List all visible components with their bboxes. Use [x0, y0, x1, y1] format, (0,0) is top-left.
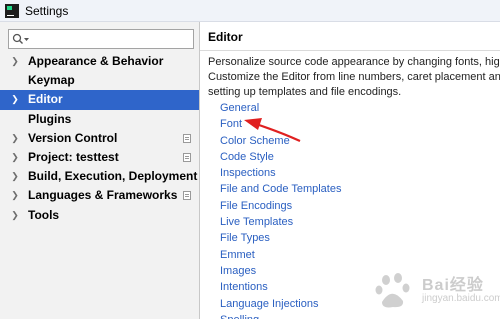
link-inspections[interactable]: Inspections — [220, 165, 341, 181]
baidu-watermark: Bai经验 jingyan.baidu.com — [372, 268, 500, 316]
link-emmet[interactable]: Emmet — [220, 247, 341, 263]
link-file-types[interactable]: File Types — [220, 230, 341, 246]
project-settings-icon — [183, 191, 191, 201]
search-input[interactable] — [31, 31, 191, 47]
tree-item-languages-frameworks[interactable]: ❯ Languages & Frameworks — [0, 186, 199, 205]
link-code-style[interactable]: Code Style — [220, 149, 341, 165]
tree-item-tools[interactable]: ❯ Tools — [0, 206, 199, 225]
link-language-injections[interactable]: Language Injections — [220, 296, 341, 312]
tree-item-label: Version Control — [28, 130, 118, 145]
link-general[interactable]: General — [220, 100, 341, 116]
tree-item-label: Editor — [28, 92, 63, 107]
chevron-right-icon[interactable]: ❯ — [10, 90, 20, 109]
tree-item-keymap[interactable]: Keymap — [0, 71, 199, 90]
watermark-sub: jingyan.baidu.com — [422, 293, 500, 304]
description-line: Customize the Editor from line numbers, … — [208, 71, 500, 83]
search-icon[interactable] — [12, 33, 30, 46]
tree-item-label: Plugins — [28, 111, 72, 126]
description-line: setting up templates and file encodings. — [208, 86, 402, 98]
chevron-right-icon[interactable]: ❯ — [10, 206, 20, 225]
link-color-scheme[interactable]: Color Scheme — [220, 133, 341, 149]
title-bar: Settings — [0, 0, 500, 22]
tree-item-label: Keymap — [28, 73, 75, 88]
tree-item-version-control[interactable]: ❯ Version Control — [0, 129, 199, 148]
description-line: Personalize source code appearance by ch… — [208, 56, 500, 68]
watermark-text: Bai经验 — [422, 277, 484, 294]
link-live-templates[interactable]: Live Templates — [220, 214, 341, 230]
link-font[interactable]: Font — [220, 116, 341, 132]
chevron-right-icon[interactable]: ❯ — [10, 148, 20, 167]
panel-description: Personalize source code appearance by ch… — [208, 55, 500, 100]
link-images[interactable]: Images — [220, 263, 341, 279]
paw-logo-icon — [375, 273, 410, 308]
settings-sidebar: ❯ Appearance & Behavior Keymap ❯ Editor Plugi… — [0, 22, 200, 319]
tree-item-editor[interactable]: ❯ Editor — [0, 90, 199, 110]
tree-item-label: Build, Execution, Deployment — [28, 169, 198, 184]
project-settings-icon — [183, 133, 191, 143]
window-title: Settings — [25, 4, 69, 18]
chevron-right-icon[interactable]: ❯ — [10, 129, 20, 148]
tree-item-appearance-behavior[interactable]: ❯ Appearance & Behavior — [0, 52, 199, 71]
editor-links: General Font Color Scheme Code Style Inspect… — [220, 100, 341, 319]
link-file-and-code-templates[interactable]: File and Code Templates — [220, 181, 341, 197]
link-intentions[interactable]: Intentions — [220, 279, 341, 295]
chevron-right-icon[interactable]: ❯ — [10, 186, 20, 205]
project-settings-icon — [183, 152, 191, 162]
pycharm-icon — [5, 4, 19, 18]
tree-item-label: Project: testtest — [28, 149, 119, 164]
tree-item-plugins[interactable]: Plugins — [0, 110, 199, 129]
tree-item-build-execution-deployment[interactable]: ❯ Build, Execution, Deployment — [0, 167, 199, 186]
link-file-encodings[interactable]: File Encodings — [220, 198, 341, 214]
link-spelling[interactable]: Spelling — [220, 312, 341, 319]
search-field[interactable] — [8, 29, 194, 49]
settings-tree: ❯ Appearance & Behavior Keymap ❯ Editor Plugi… — [0, 52, 199, 225]
panel-divider — [200, 50, 500, 51]
panel-heading: Editor — [208, 30, 243, 44]
tree-item-label: Appearance & Behavior — [28, 54, 164, 68]
tree-item-label: Tools — [28, 207, 60, 222]
tree-item-project-testtest[interactable]: ❯ Project: testtest — [0, 148, 199, 167]
chevron-right-icon[interactable]: ❯ — [10, 52, 20, 71]
tree-item-label: Languages & Frameworks — [28, 188, 178, 203]
chevron-right-icon[interactable]: ❯ — [10, 167, 20, 186]
